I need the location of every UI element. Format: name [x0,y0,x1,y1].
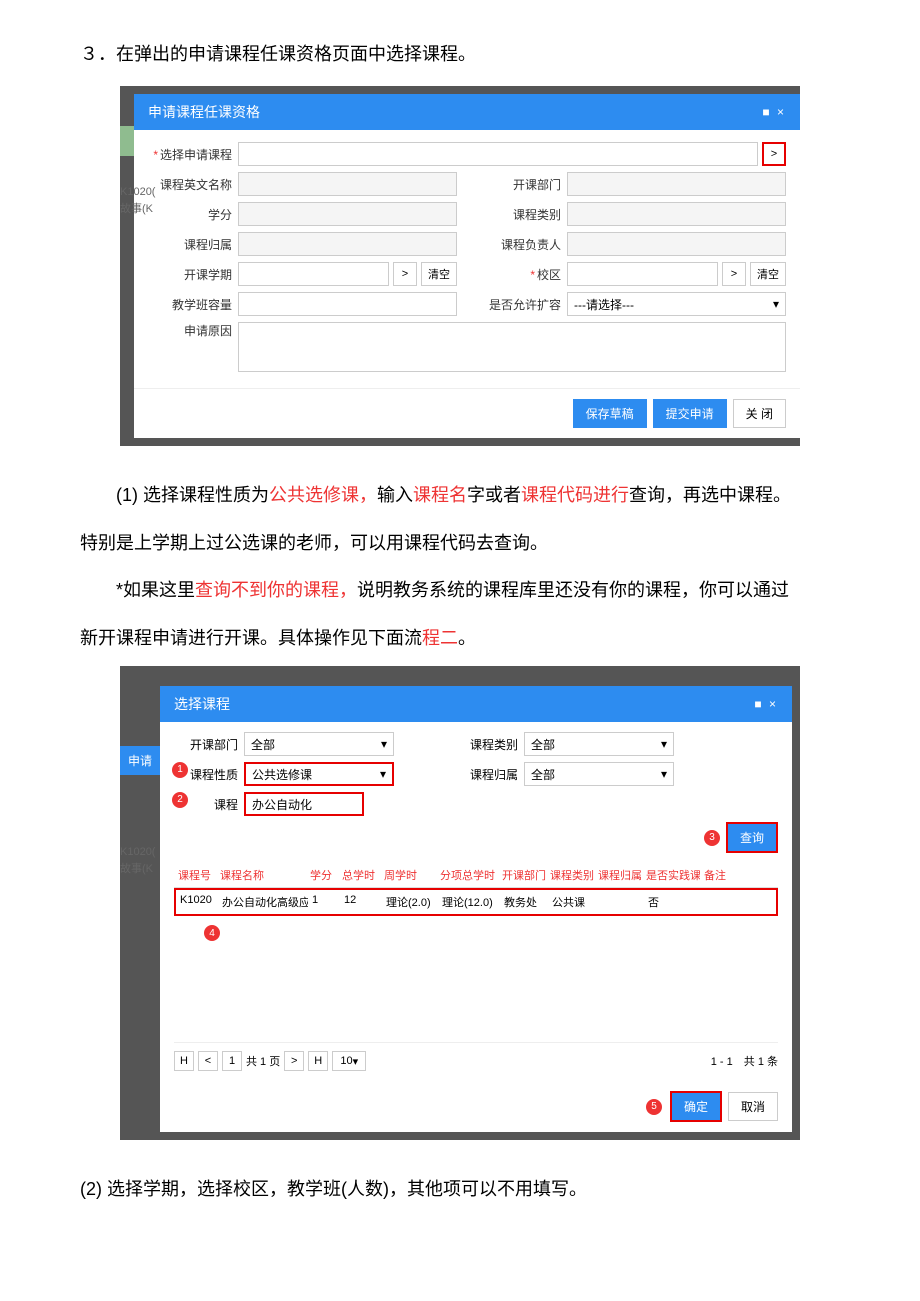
result-table: 课程号 课程名称 学分 总学时 周学时 分项总学时 开课部门 课程类别 课程归属… [174,863,778,942]
cancel-button[interactable]: 取消 [728,1092,778,1121]
input-dept[interactable] [567,172,786,196]
input-owner[interactable] [567,232,786,256]
page-prev[interactable]: < [198,1051,218,1071]
modal-title: 申请课程任课资格 [148,102,260,122]
select-expand[interactable]: ---请选择---▾ [567,292,786,316]
select-filter-category[interactable]: 全部▾ [524,732,674,756]
window-controls[interactable]: ■ × [762,105,786,119]
input-capacity[interactable] [238,292,457,316]
label-campus: 校区 [477,266,567,283]
clear-campus-button[interactable]: 清空 [750,262,786,286]
page-next[interactable]: > [284,1051,304,1071]
submit-button[interactable]: 提交申请 [653,399,727,428]
label-category: 课程类别 [477,206,567,223]
paragraph-5: (2) 选择学期，选择校区，教学班(人数)，其他项可以不用填写。 [80,1170,840,1210]
badge-2: 2 [172,792,188,808]
label-credit: 学分 [148,206,238,223]
label-dept: 开课部门 [477,176,567,193]
pagination: H < 1 共 1 页 > H 10 ▾ 1 - 1 共 1 条 [174,1042,778,1071]
badge-3: 3 [704,830,720,846]
side-tab: 申请 [120,746,160,775]
paragraph-2: 特别是上学期上过公选课的老师，可以用课程代码去查询。 [80,524,840,564]
label-expand: 是否允许扩容 [477,296,567,313]
modal-select-course: 选择课程 ■ × 开课部门 全部▾ 课程类别 全部▾ 1课程性质 公共选修课▾ … [160,686,792,1132]
page-first[interactable]: H [174,1051,194,1071]
input-belong[interactable] [238,232,457,256]
input-term[interactable] [238,262,389,286]
input-select-course[interactable] [238,142,758,166]
paragraph-3: *如果这里查询不到你的课程，说明教务系统的课程库里还没有你的课程，你可以通过 [80,571,840,611]
browse-term-button[interactable]: > [393,262,417,286]
query-button[interactable]: 查询 [726,822,778,853]
label-capacity: 教学班容量 [148,296,238,313]
label-filter-nature: 1课程性质 [174,766,244,783]
modal2-header: 选择课程 ■ × [160,686,792,722]
modal2-title: 选择课程 [174,694,230,714]
page-info: 1 - 1 共 1 条 [711,1053,778,1069]
label-en-name: 课程英文名称 [148,176,238,193]
modal-apply: 申请课程任课资格 ■ × 选择申请课程 > 课程英文名称 开课部门 学分 课程类… [134,94,800,438]
label-filter-course: 2课程 [174,796,244,813]
save-draft-button[interactable]: 保存草稿 [573,399,647,428]
page-total: 共 1 页 [246,1053,280,1069]
input-credit[interactable] [238,202,457,226]
label-belong: 课程归属 [148,236,238,253]
paragraph-4: 新开课程申请进行开课。具体操作见下面流程二。 [80,619,840,659]
label-term: 开课学期 [148,266,238,283]
badge-1: 1 [172,762,188,778]
ok-button[interactable]: 确定 [670,1091,722,1122]
label-filter-category: 课程类别 [454,736,524,753]
page-size[interactable]: 10 ▾ [332,1051,366,1071]
select-filter-nature[interactable]: 公共选修课▾ [244,762,394,786]
screenshot-select-course: 申请 K1020( 故事(K 选择课程 ■ × 开课部门 全部▾ 课程类别 全部… [120,666,800,1140]
input-en-name[interactable] [238,172,457,196]
page-last[interactable]: H [308,1051,328,1071]
step-title: ３．在弹出的申请课程任课资格页面中选择课程。 [80,40,840,66]
browse-course-button[interactable]: > [762,142,786,166]
page-current[interactable]: 1 [222,1051,242,1071]
screenshot-apply-qualification: K1020( 故事(K 申请课程任课资格 ■ × 选择申请课程 > 课程英文名称… [120,86,800,446]
close-button[interactable]: 关 闭 [733,399,786,428]
table-header-row: 课程号 课程名称 学分 总学时 周学时 分项总学时 开课部门 课程类别 课程归属… [174,863,778,888]
label-owner: 课程负责人 [477,236,567,253]
input-category[interactable] [567,202,786,226]
browse-campus-button[interactable]: > [722,262,746,286]
paragraph-1: (1) 选择课程性质为公共选修课，输入课程名字或者课程代码进行查询，再选中课程。 [80,476,840,516]
badge-4: 4 [204,925,220,941]
select-filter-belong[interactable]: 全部▾ [524,762,674,786]
modal-header: 申请课程任课资格 ■ × [134,94,800,130]
table-row[interactable]: K1020 办公自动化高级应用 1 12 理论(2.0) 理论(12.0) 教务… [174,888,778,916]
label-filter-dept: 开课部门 [174,736,244,753]
input-campus[interactable] [567,262,718,286]
badge-5: 5 [646,1099,662,1115]
label-select-course: 选择申请课程 [148,146,238,163]
textarea-reason[interactable] [238,322,786,372]
input-filter-course[interactable]: 办公自动化 [244,792,364,816]
label-reason: 申请原因 [148,322,238,372]
select-filter-dept[interactable]: 全部▾ [244,732,394,756]
window-controls-2[interactable]: ■ × [754,697,778,711]
clear-term-button[interactable]: 清空 [421,262,457,286]
label-filter-belong: 课程归属 [454,766,524,783]
